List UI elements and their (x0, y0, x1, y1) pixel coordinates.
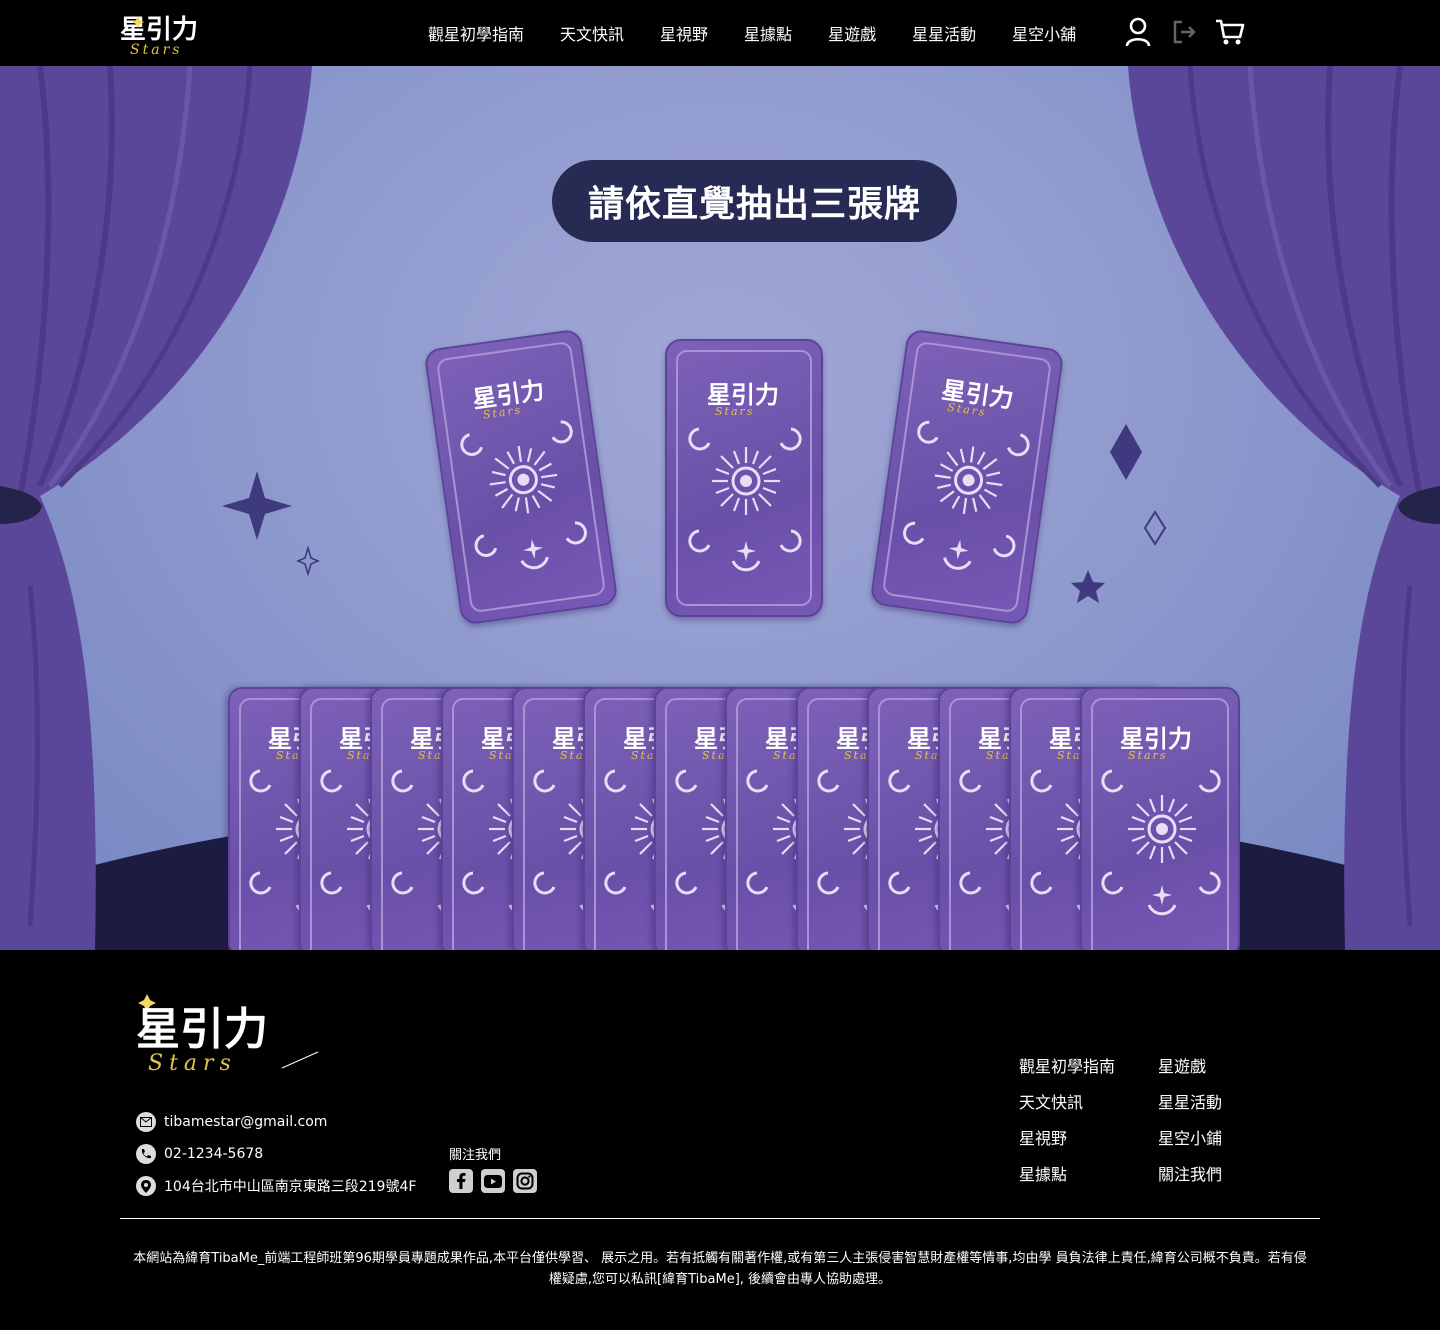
footer-link-follow[interactable]: 關注我們 (1158, 1164, 1258, 1186)
youtube-icon[interactable] (481, 1169, 505, 1193)
nav-link-news[interactable]: 天文快訊 (560, 21, 624, 45)
footer-nav: 觀星初學指南 星遊戲 天文快訊 星星活動 星視野 星空小鋪 星據點 關注我們 (1019, 1056, 1258, 1186)
sparkle-large-left (222, 471, 292, 540)
logo-text-cn: 星引力 (120, 15, 198, 45)
mail-icon (136, 1112, 156, 1132)
footer-logo-text-cn: 星引力 (136, 1004, 268, 1055)
location-pin-icon (136, 1176, 156, 1196)
social-links (449, 1169, 537, 1193)
user-icon[interactable] (1122, 16, 1154, 48)
phone-icon (136, 1144, 156, 1164)
tarot-draw-stage: 請依直覺抽出三張牌 星引力 Stars 星引力 Stars 星引力 Stars … (0, 66, 1440, 950)
logo-text-en: Stars (130, 42, 182, 58)
contact-info: tibamestar@gmail.com 02-1234-5678 104台北市… (136, 1106, 416, 1202)
phone-text: 02-1234-5678 (164, 1146, 264, 1162)
nav-link-shop[interactable]: 星空小舖 (1012, 21, 1076, 45)
logout-icon[interactable] (1168, 16, 1200, 48)
address-text: 104台北市中山區南京東路三段219號4F (164, 1179, 417, 1195)
footer-link-spots[interactable]: 星據點 (1019, 1164, 1158, 1186)
footer-divider (120, 1218, 1320, 1219)
nav-link-events[interactable]: 星星活動 (912, 21, 976, 45)
contact-phone: 02-1234-5678 (136, 1138, 416, 1170)
nav-link-spots[interactable]: 星據點 (744, 21, 792, 45)
diamond-right (1110, 424, 1142, 480)
follow-us: 關注我們 (449, 1144, 537, 1193)
footer-logo[interactable]: 星引力 Stars (132, 992, 322, 1078)
nav-actions (1122, 16, 1246, 48)
cart-icon[interactable] (1214, 16, 1246, 48)
instagram-icon[interactable] (513, 1169, 537, 1193)
nav-link-vision[interactable]: 星視野 (660, 21, 708, 45)
nav-link-games[interactable]: 星遊戲 (828, 21, 876, 45)
footer-link-events[interactable]: 星星活動 (1158, 1092, 1258, 1114)
deck-card[interactable]: 星引力Stars (1080, 687, 1240, 950)
diamond-outline-right (1143, 510, 1167, 546)
site-logo[interactable]: 星引力 Stars (118, 8, 228, 58)
contact-address: 104台北市中山區南京東路三段219號4F (136, 1170, 416, 1202)
nav-link-guide[interactable]: 觀星初學指南 (428, 21, 524, 45)
draw-prompt: 請依直覺抽出三張牌 (552, 160, 957, 242)
footer-link-vision[interactable]: 星視野 (1019, 1128, 1158, 1150)
contact-email: tibamestar@gmail.com (136, 1106, 416, 1138)
footer-link-shop[interactable]: 星空小鋪 (1158, 1128, 1258, 1150)
svg-text:Stars: Stars (715, 405, 754, 418)
sparkle-small-left (295, 545, 321, 577)
footer-link-games[interactable]: 星遊戲 (1158, 1056, 1258, 1078)
card-emblem: 星引力 Stars (688, 380, 802, 572)
facebook-icon[interactable] (449, 1169, 473, 1193)
selected-card-2[interactable]: 星引力 Stars (665, 339, 823, 617)
footer-link-news[interactable]: 天文快訊 (1019, 1092, 1158, 1114)
site-footer: 星引力 Stars tibamestar@gmail.com 02-1234-5… (0, 950, 1440, 1330)
main-nav: 觀星初學指南 天文快訊 星視野 星據點 星遊戲 星星活動 星空小舖 (410, 0, 1094, 66)
copyright-notice: 本網站為緯育TibaMe_前端工程師班第96期學員專題成果作品,本平台僅供學習、… (133, 1251, 1307, 1287)
footer-logo-text-en: Stars (148, 1051, 237, 1076)
top-navbar: 星引力 Stars 觀星初學指南 天文快訊 星視野 星據點 星遊戲 星星活動 星… (0, 0, 1440, 66)
follow-title: 關注我們 (449, 1148, 502, 1163)
svg-text:Stars: Stars (1128, 749, 1167, 762)
star-right (1071, 570, 1105, 603)
footer-link-guide[interactable]: 觀星初學指南 (1019, 1056, 1158, 1078)
email-text[interactable]: tibamestar@gmail.com (164, 1114, 327, 1130)
